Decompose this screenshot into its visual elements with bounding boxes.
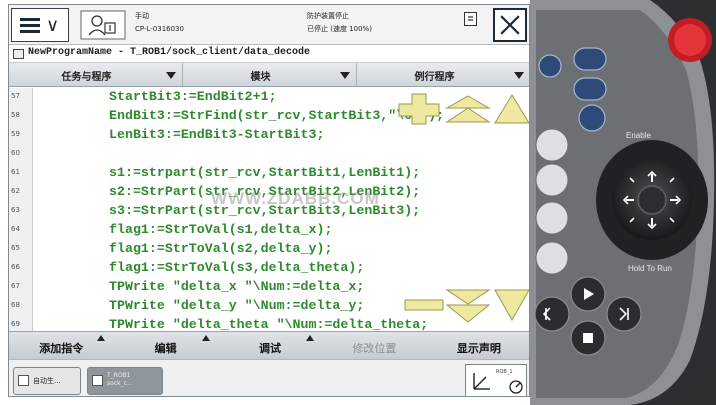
show-declaration-button[interactable]: 显示声明: [427, 332, 529, 359]
line-number: 65: [11, 244, 20, 252]
task-auto-production[interactable]: 自动生...: [13, 367, 81, 395]
jog-axes-icon: [473, 373, 490, 390]
pendant-hardware-art: [530, 0, 716, 405]
flexpendant-screen: ∨ 手动 CP-L-0316030 防护装置停止 已停止 (速度 100%) ≣…: [8, 4, 530, 397]
tab-label: 例行程序: [414, 72, 455, 83]
task-program-editor[interactable]: T_ROB1 sock_c...: [87, 367, 163, 395]
modify-position-button[interactable]: 修改位置: [322, 332, 426, 359]
auto-production-icon: [18, 375, 29, 386]
task-label: T_ROB1 sock_c...: [107, 372, 133, 387]
code-text: TPWrite "delta_theta "\Num:=delta_theta;: [109, 317, 429, 331]
button-label: 调试: [259, 342, 282, 355]
taskbar: 自动生... T_ROB1 sock_c... ROB_1: [9, 359, 529, 396]
hold-to-run-label: Hold To Run: [628, 264, 672, 273]
operating-mode: 手动 CP-L-0316030: [135, 10, 184, 36]
state-label: 防护装置停止: [307, 12, 349, 20]
speed-label: 已停止 (速度 100%): [307, 25, 372, 33]
task-label: 自动生...: [33, 377, 61, 385]
close-button[interactable]: [493, 8, 527, 42]
tab-tasks-and-programs[interactable]: 任务与程序: [9, 63, 183, 86]
code-text: TPWrite "delta_y "\Num:=delta_y;: [109, 298, 365, 313]
line-number: 62: [11, 187, 20, 195]
code-line[interactable]: 65 flag1:=StrToVal(s2,delta_y);: [9, 240, 529, 259]
code-editor[interactable]: 57 StartBit3:=EndBit2+1; 58 EndBit3:=StrFi…: [9, 88, 530, 331]
line-number: 67: [11, 282, 20, 290]
menu-icon: [20, 18, 40, 34]
tab-label: 模块: [250, 72, 271, 83]
dropdown-arrow-icon: [514, 72, 524, 79]
scroll-down-button[interactable]: [493, 288, 530, 322]
breadcrumb: NewProgramName - T_ROB1/sock_client/data…: [28, 47, 311, 58]
code-text: s1:=strpart(str_rcv,StartBit1,LenBit1);: [109, 165, 421, 180]
code-text: flag1:=StrToVal(s2,delta_y);: [109, 241, 333, 256]
program-editor-icon: [92, 375, 103, 386]
program-editor-command-bar: 添加指令 编辑 调试 修改位置 显示声明: [9, 331, 529, 359]
quickset-button[interactable]: ROB_1: [465, 364, 527, 396]
chevron-down-icon: ∨: [46, 15, 60, 36]
tab-modules[interactable]: 模块: [183, 63, 357, 86]
editor-tab-bar: 任务与程序 模块 例行程序: [9, 63, 529, 87]
code-text: flag1:=StrToVal(s1,delta_x);: [109, 222, 333, 237]
enable-device-label: Enable: [626, 131, 651, 140]
code-line[interactable]: 64 flag1:=StrToVal(s1,delta_x);: [9, 221, 529, 240]
watermark-text: WWW.ZDABB.COM: [211, 189, 380, 208]
code-text: StartBit3:=EndBit2+1;: [109, 89, 277, 104]
code-line[interactable]: 66 flag1:=StrToVal(s3,delta_theta);: [9, 259, 529, 278]
line-number: 60: [11, 149, 20, 157]
code-text: LenBit3:=EndBit3-StartBit3;: [109, 127, 325, 142]
edit-button[interactable]: 编辑: [113, 332, 217, 359]
mode-label: 手动: [135, 12, 149, 20]
line-number: 63: [11, 206, 20, 214]
controller-state: 防护装置停止 已停止 (速度 100%): [307, 10, 372, 36]
dropdown-arrow-icon: [166, 72, 176, 79]
menu-up-arrow-icon: [306, 335, 315, 341]
page-down-button[interactable]: [445, 288, 491, 324]
scroll-up-button[interactable]: [493, 93, 530, 125]
code-line[interactable]: 60: [9, 145, 529, 164]
robot-status-icon: [80, 10, 126, 40]
add-instruction-button[interactable]: 添加指令: [9, 332, 113, 359]
event-log-icon[interactable]: ≣: [464, 12, 477, 26]
code-line[interactable]: 59 LenBit3:=EndBit3-StartBit3;: [9, 126, 529, 145]
line-number: 61: [11, 168, 20, 176]
zoom-out-button[interactable]: [403, 298, 445, 312]
button-label: 显示声明: [456, 342, 501, 355]
line-number: 59: [11, 130, 20, 138]
controller-id: CP-L-0316030: [135, 25, 184, 33]
button-label: 修改位置: [352, 342, 397, 355]
status-bar: ∨ 手动 CP-L-0316030 防护装置停止 已停止 (速度 100%) ≣: [9, 5, 529, 45]
abb-menu-button[interactable]: ∨: [11, 8, 69, 42]
tab-routines[interactable]: 例行程序: [357, 63, 529, 86]
line-number: 57: [11, 92, 20, 100]
quickset-mechunit-label: ROB_1: [496, 369, 513, 375]
page-up-button[interactable]: [445, 94, 491, 124]
menu-up-arrow-icon: [97, 335, 106, 341]
line-number: 58: [11, 111, 20, 119]
line-number: 64: [11, 225, 20, 233]
tab-label: 任务与程序: [61, 72, 112, 83]
menu-up-arrow-icon: [201, 335, 210, 341]
zoom-in-button[interactable]: [397, 92, 441, 126]
line-number: 69: [11, 320, 20, 328]
line-number: 68: [11, 301, 20, 309]
program-editor-icon: [13, 49, 24, 59]
code-line[interactable]: 61 s1:=strpart(str_rcv,StartBit1,LenBit1)…: [9, 164, 529, 183]
speed-icon: [509, 380, 523, 394]
button-label: 添加指令: [39, 342, 84, 355]
breadcrumb-bar: NewProgramName - T_ROB1/sock_client/data…: [9, 45, 529, 63]
code-text: flag1:=StrToVal(s3,delta_theta);: [109, 260, 365, 275]
pendant-hardware-body: [530, 0, 716, 405]
code-text: EndBit3:=StrFind(str_rcv,StartBit3,"\0D"…: [109, 108, 445, 123]
code-text: TPWrite "delta_x "\Num:=delta_x;: [109, 279, 365, 294]
button-label: 编辑: [154, 342, 177, 355]
dropdown-arrow-icon: [340, 72, 350, 79]
line-number: 66: [11, 263, 20, 271]
debug-button[interactable]: 调试: [218, 332, 322, 359]
